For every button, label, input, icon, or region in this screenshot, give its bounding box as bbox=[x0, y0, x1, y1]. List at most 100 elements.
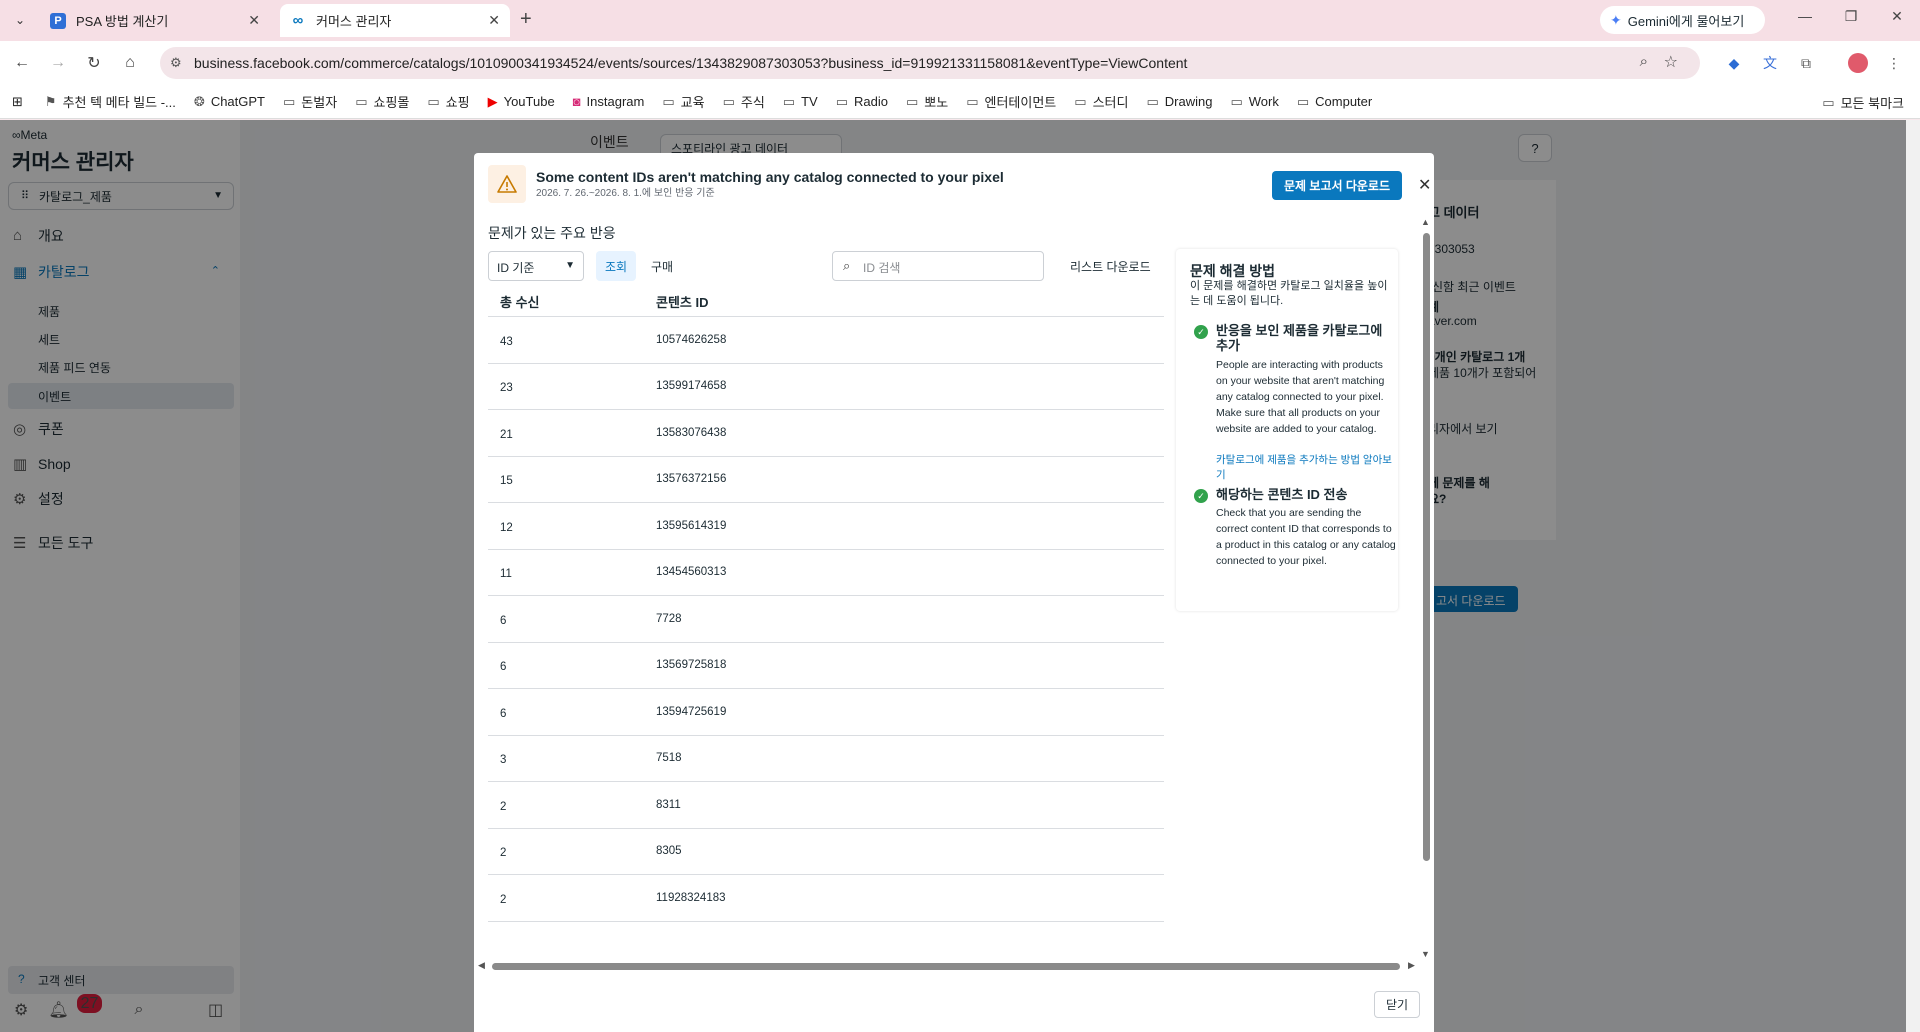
folder-icon: ▭ bbox=[1230, 93, 1243, 109]
scrollbar-thumb[interactable] bbox=[492, 963, 1400, 970]
bookmark-folder[interactable]: ▭ TV bbox=[783, 94, 818, 110]
tab-list-chevron-icon[interactable]: ⌄ bbox=[8, 8, 32, 32]
download-report-button[interactable]: 문제 보고서 다운로드 bbox=[1272, 171, 1402, 200]
table-row: 12 13595614319 bbox=[488, 503, 1164, 550]
gemini-label: Gemini에게 물어보기 bbox=[1627, 13, 1745, 29]
browser-tab-commerce[interactable]: ∞ 커머스 관리자 ✕ bbox=[280, 4, 510, 37]
close-tab-icon[interactable]: ✕ bbox=[248, 12, 260, 29]
folder-icon: ▭ bbox=[427, 93, 440, 109]
table-row: 6 7728 bbox=[488, 596, 1164, 643]
bookmark-label: 엔터테이먼트 bbox=[984, 95, 1057, 110]
total-count-cell: 12 bbox=[500, 521, 513, 534]
content-id-cell: 13454560313 bbox=[656, 566, 727, 579]
browser-tab-psa[interactable]: P PSA 방법 계산기 ✕ bbox=[40, 4, 270, 37]
total-count-cell: 6 bbox=[500, 614, 507, 627]
close-icon[interactable]: ✕ bbox=[1418, 175, 1431, 195]
bookmark-folder[interactable]: ▭ 주식 bbox=[723, 92, 765, 111]
id-search-input[interactable]: ⌕ ID 검색 bbox=[832, 251, 1044, 281]
total-count-cell: 2 bbox=[500, 847, 507, 860]
segment-view-content[interactable]: 조회 bbox=[596, 251, 636, 281]
table-row: 2 8311 bbox=[488, 782, 1164, 829]
bookmark-folder[interactable]: ▭ 교육 bbox=[662, 92, 704, 111]
folder-icon: ▭ bbox=[835, 93, 849, 109]
back-arrow-icon[interactable]: ← bbox=[10, 51, 34, 75]
extensions-puzzle-icon[interactable]: ⧉ bbox=[1794, 51, 1818, 75]
segment-purchase[interactable]: 구매 bbox=[644, 251, 680, 281]
bookmark-folder[interactable]: ▭ Work bbox=[1230, 94, 1278, 110]
all-bookmarks-label: 모든 북마크 bbox=[1840, 96, 1904, 111]
bookmark-item[interactable]: ◙ Instagram bbox=[573, 94, 645, 109]
troubleshoot-item-title: 해당하는 콘텐츠 ID 전송 bbox=[1216, 487, 1348, 502]
total-count-cell: 21 bbox=[500, 428, 513, 441]
bookmark-item[interactable]: ❂ ChatGPT bbox=[194, 94, 265, 110]
folder-icon: ▭ bbox=[1296, 93, 1310, 109]
content-id-cell: 10574626258 bbox=[656, 333, 727, 346]
extension-cube-icon[interactable]: ◆ bbox=[1722, 51, 1746, 75]
bookmark-star-icon[interactable]: ☆ bbox=[1664, 52, 1678, 72]
profile-avatar[interactable] bbox=[1846, 51, 1870, 75]
bookmark-label: 돈벌자 bbox=[301, 95, 338, 110]
folder-icon: ▭ bbox=[966, 93, 979, 109]
apps-grid-icon[interactable]: ⊞ bbox=[12, 94, 23, 110]
bookmark-folder[interactable]: ▭ 쇼핑 bbox=[427, 92, 469, 111]
scroll-left-arrow-icon[interactable]: ◀ bbox=[478, 960, 485, 971]
gemini-button[interactable]: ✦ Gemini에게 물어보기 bbox=[1600, 6, 1765, 34]
content-id-cell: 8311 bbox=[656, 798, 681, 811]
bookmark-folder[interactable]: ▭ 돈벌자 bbox=[283, 92, 337, 111]
flag-icon: ⚑ bbox=[44, 93, 57, 109]
page-scrollbar[interactable] bbox=[1906, 120, 1920, 1032]
restore-icon[interactable]: ❐ bbox=[1828, 8, 1874, 25]
translate-icon[interactable]: 文 bbox=[1758, 51, 1782, 75]
zoom-icon[interactable]: ⌕ bbox=[1640, 53, 1648, 70]
column-header-total[interactable]: 총 수신 bbox=[488, 292, 656, 311]
bookmark-folder[interactable]: ▭ Computer bbox=[1297, 94, 1372, 110]
troubleshoot-item-title: 반응을 보인 제품을 카탈로그에 추가 bbox=[1216, 323, 1383, 353]
bookmark-item[interactable]: ▶ YouTube bbox=[488, 94, 555, 110]
total-count-cell: 2 bbox=[500, 800, 507, 813]
bookmark-item[interactable]: ⚑ 추천 텍 메타 빌드 -... bbox=[45, 92, 176, 111]
reload-icon[interactable]: ↻ bbox=[82, 51, 106, 75]
bookmark-label: 교육 bbox=[680, 95, 705, 110]
site-settings-icon[interactable]: ⚙ bbox=[170, 55, 182, 71]
close-tab-icon[interactable]: ✕ bbox=[488, 12, 500, 29]
folder-icon: ▭ bbox=[905, 93, 919, 109]
youtube-icon: ▶ bbox=[487, 93, 498, 109]
scrollbar-thumb[interactable] bbox=[1423, 233, 1430, 861]
scroll-down-arrow-icon[interactable]: ▼ bbox=[1421, 949, 1430, 959]
modal-horizontal-scrollbar[interactable]: ◀ ▶ bbox=[478, 960, 1418, 972]
bookmark-label: Instagram bbox=[586, 94, 645, 109]
folder-icon: ▭ bbox=[662, 93, 675, 109]
bookmark-folder[interactable]: ▭ 쇼핑몰 bbox=[355, 92, 409, 111]
bookmark-label: TV bbox=[801, 94, 818, 109]
table-row: 11 13454560313 bbox=[488, 550, 1164, 596]
bookmark-label: Computer bbox=[1315, 94, 1373, 109]
forward-arrow-icon[interactable]: → bbox=[46, 51, 70, 75]
list-download-button[interactable]: 리스트 다운로드 bbox=[1070, 258, 1151, 275]
bookmark-folder[interactable]: ▭ Drawing bbox=[1146, 94, 1212, 110]
scroll-up-arrow-icon[interactable]: ▲ bbox=[1421, 217, 1430, 227]
url-field[interactable]: ⚙ business.facebook.com/commerce/catalog… bbox=[160, 47, 1700, 79]
all-bookmarks[interactable]: ▭ 모든 북마크 bbox=[1822, 93, 1904, 112]
minimize-icon[interactable]: — bbox=[1782, 8, 1828, 24]
page-content: ∞Meta 커머스 관리자 ⠿ 카탈로그_제품 ▼ ⌂ 개요 ▦ 카탈로그 ⌃ 제품 … bbox=[0, 120, 1920, 1032]
close-button[interactable]: 닫기 bbox=[1374, 991, 1420, 1018]
browser-menu-icon[interactable]: ⋮ bbox=[1882, 51, 1906, 75]
home-icon[interactable]: ⌂ bbox=[118, 51, 142, 75]
add-products-help-link[interactable]: 카탈로그에 제품을 추가하는 방법 알아보기 bbox=[1216, 453, 1396, 483]
modal-vertical-scrollbar[interactable]: ▲ ▼ bbox=[1420, 217, 1432, 965]
bookmark-folder[interactable]: ▭ 스터디 bbox=[1074, 92, 1128, 111]
p-favicon-icon: P bbox=[50, 12, 66, 29]
scroll-right-arrow-icon[interactable]: ▶ bbox=[1408, 960, 1415, 971]
new-tab-plus-icon[interactable]: + bbox=[520, 8, 532, 31]
total-count-cell: 43 bbox=[500, 335, 513, 348]
bookmark-folder[interactable]: ▭ Radio bbox=[836, 94, 888, 110]
bookmark-folder[interactable]: ▭ 뽀노 bbox=[906, 92, 948, 111]
id-filter-label: ID 기준 bbox=[497, 261, 535, 275]
bookmark-folder[interactable]: ▭ 엔터테이먼트 bbox=[966, 92, 1056, 111]
window-close-icon[interactable]: ✕ bbox=[1874, 8, 1920, 25]
column-header-content-id[interactable]: 콘텐츠 ID bbox=[656, 292, 709, 311]
id-filter-dropdown[interactable]: ID 기준 ▼ bbox=[488, 251, 584, 281]
bookmark-label: Work bbox=[1248, 94, 1279, 109]
folder-icon: ▭ bbox=[722, 93, 735, 109]
instagram-icon: ◙ bbox=[572, 94, 581, 109]
